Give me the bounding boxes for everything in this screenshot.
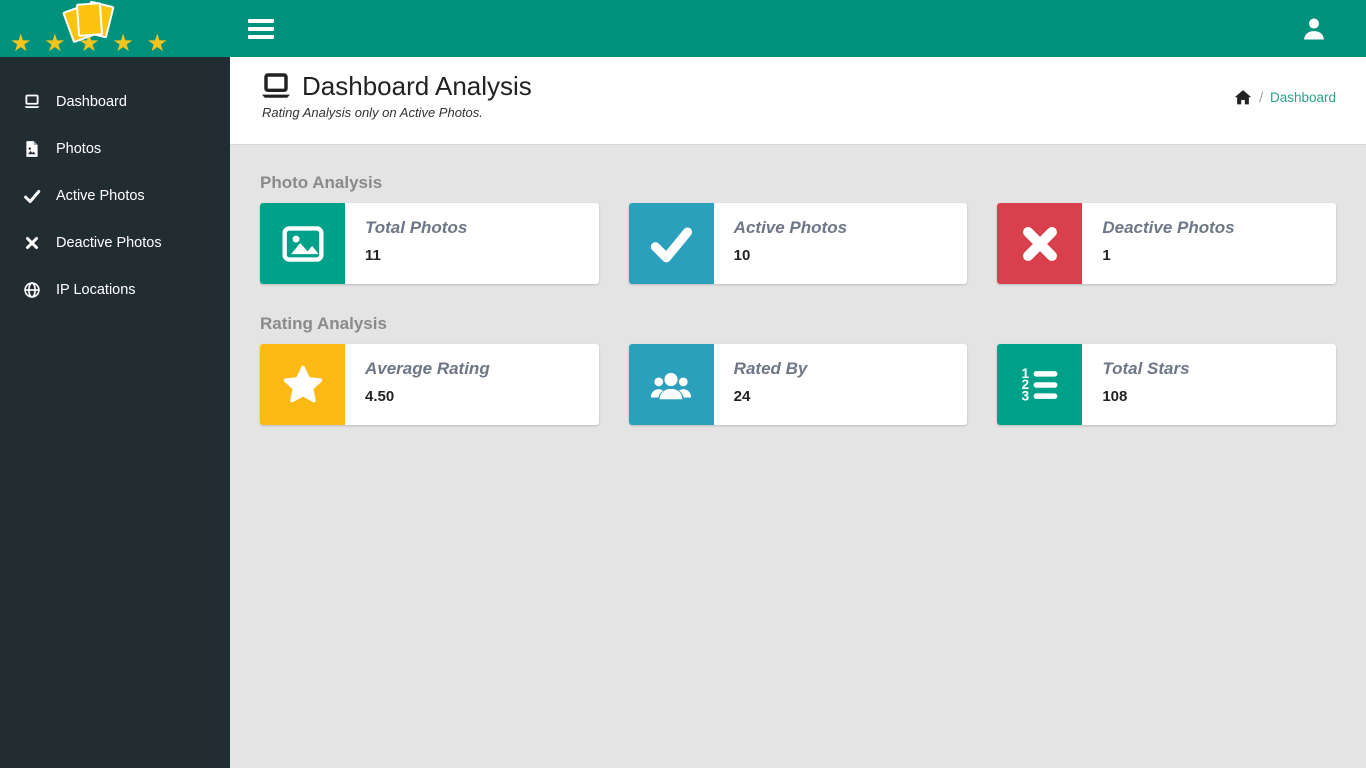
photo-cards-icon [64,1,114,45]
globe-icon [23,281,41,299]
card-value: 108 [1102,388,1189,405]
card-rated-by: Rated By 24 [629,344,968,425]
x-icon [23,234,41,252]
star-icon: ★ [44,32,66,56]
laptop-icon [260,73,292,100]
sidebar-item-dashboard[interactable]: Dashboard [0,78,230,125]
card-active-photos: Active Photos 10 [629,203,968,284]
file-image-icon [23,140,41,158]
card-label: Deactive Photos [1102,218,1234,238]
ordered-list-icon: 1 2 3 [997,344,1082,425]
check-icon [23,187,41,205]
user-icon[interactable] [1300,15,1328,43]
sidebar-item-photos[interactable]: Photos [0,125,230,172]
page-subtitle: Rating Analysis only on Active Photos. [262,105,1336,120]
sidebar-item-label: Photos [56,141,101,157]
section-heading-photo-analysis: Photo Analysis [260,173,1336,193]
sidebar-item-active-photos[interactable]: Active Photos [0,172,230,219]
breadcrumb: / Dashboard [1234,89,1336,105]
card-label: Active Photos [734,218,847,238]
sidebar-item-deactive-photos[interactable]: Deactive Photos [0,219,230,266]
sidebar-item-label: Dashboard [56,94,127,110]
card-label: Total Photos [365,218,467,238]
card-total-stars: 1 2 3 Total Stars 108 [997,344,1336,425]
star-icon [260,344,345,425]
laptop-icon [23,93,41,111]
sidebar: ★ ★ ★ ★ ★ admin@admin.com Admin [0,0,230,768]
card-value: 1 [1102,247,1234,264]
sidebar-item-label: Active Photos [56,188,145,204]
rating-analysis-cards: Average Rating 4.50 Rated By [260,344,1336,425]
card-label: Rated By [734,359,808,379]
section-heading-rating-analysis: Rating Analysis [260,314,1336,334]
card-total-photos: Total Photos 11 [260,203,599,284]
sidebar-item-label: IP Locations [56,282,136,298]
image-icon [260,203,345,284]
sidebar-menu: Dashboard Photos Active Photos [0,78,230,313]
svg-text:3: 3 [1021,388,1029,403]
photo-analysis-cards: Total Photos 11 Active Photos 10 [260,203,1336,284]
hamburger-icon[interactable] [238,11,284,47]
breadcrumb-separator: / [1259,90,1263,105]
card-value: 11 [365,247,467,264]
home-icon[interactable] [1234,89,1252,105]
star-icon: ★ [146,32,168,56]
card-value: 10 [734,247,847,264]
check-icon [629,203,714,284]
sidebar-item-ip-locations[interactable]: IP Locations [0,266,230,313]
content-body: Photo Analysis Total Photos 11 [230,145,1366,475]
card-label: Total Stars [1102,359,1189,379]
card-label: Average Rating [365,359,490,379]
sidebar-item-label: Deactive Photos [56,235,162,251]
breadcrumb-link-dashboard[interactable]: Dashboard [1270,90,1336,105]
card-value: 4.50 [365,388,490,405]
card-average-rating: Average Rating 4.50 [260,344,599,425]
page-title: Dashboard Analysis [302,71,532,102]
card-value: 24 [734,388,808,405]
brand-logo[interactable]: ★ ★ ★ ★ ★ [0,0,230,57]
x-icon [997,203,1082,284]
users-icon [629,344,714,425]
star-icon: ★ [112,32,134,56]
star-icon: ★ [10,32,32,56]
card-deactive-photos: Deactive Photos 1 [997,203,1336,284]
content-header: Dashboard Analysis Rating Analysis only … [230,57,1366,145]
main-area: Dashboard Analysis Rating Analysis only … [230,57,1366,768]
topbar [230,0,1366,57]
